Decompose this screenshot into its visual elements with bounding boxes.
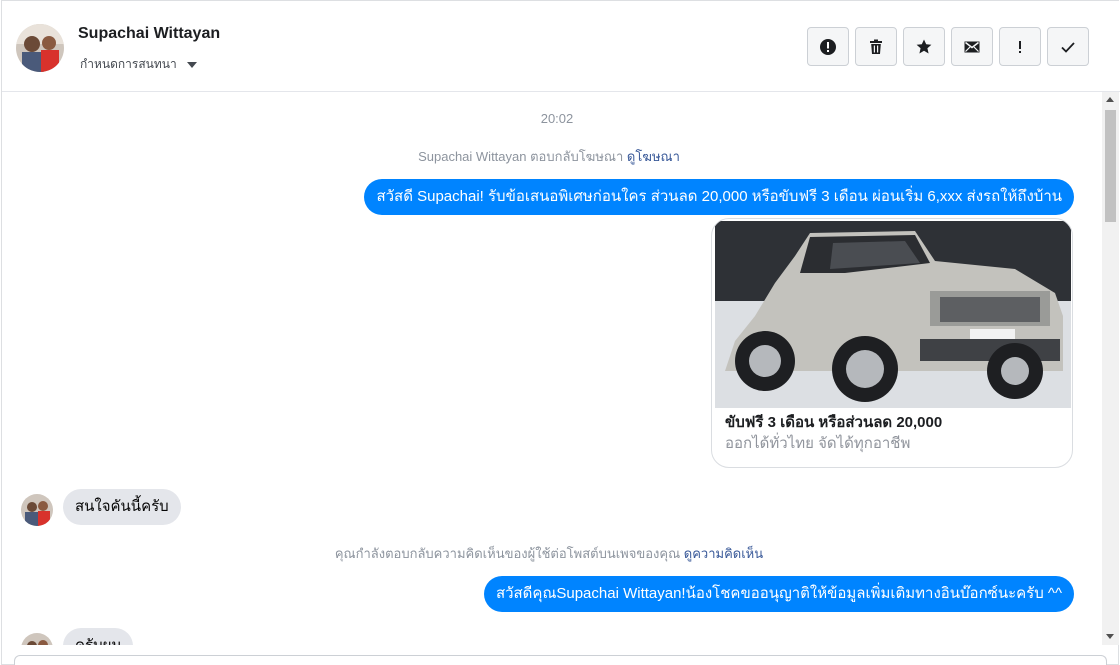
outgoing-message[interactable]: สวัสดีคุณSupachai Wittayan!น้องโชคขออนุญ… [483, 576, 1074, 612]
ad-reply-notice: Supachai Wittayan ตอบกลับโฆษณา ดูโฆษณา [2, 146, 1096, 167]
scroll-thumb[interactable] [1105, 110, 1116, 222]
star-button[interactable] [903, 27, 945, 66]
mark-done-button[interactable] [1047, 27, 1089, 66]
scroll-down-arrow-icon[interactable] [1106, 634, 1114, 639]
view-comment-link[interactable]: ดูความคิดเห็น [684, 546, 763, 561]
contact-avatar[interactable] [16, 24, 64, 72]
assign-label: กำหนดการสนทนา [80, 57, 177, 71]
ad-card[interactable]: ขับฟรี 3 เดือน หรือส่วนลด 20,000 ออกได้ท… [711, 218, 1073, 468]
comment-reply-notice: คุณกำลังตอบกลับความคิดเห็นของผู้ใช้ต่อโพ… [2, 543, 1096, 564]
star-icon [916, 39, 932, 53]
follow-up-button[interactable] [999, 27, 1041, 66]
delete-button[interactable] [855, 27, 897, 66]
comment-reply-text: คุณกำลังตอบกลับความคิดเห็นของผู้ใช้ต่อโพ… [334, 546, 681, 561]
contact-name[interactable]: Supachai Wittayan [78, 25, 220, 43]
incoming-message[interactable]: ครับผม [63, 628, 134, 645]
check-icon [1061, 41, 1075, 53]
message-thread[interactable]: 20:02 Supachai Wittayan ตอบกลับโฆษณา ดูโ… [2, 92, 1102, 645]
ad-reply-text: Supachai Wittayan ตอบกลับโฆษณา [418, 149, 624, 164]
message-timestamp: 20:02 [540, 111, 574, 126]
sender-avatar[interactable] [21, 494, 53, 526]
caret-down-icon [186, 61, 197, 68]
thread-scrollbar[interactable] [1102, 92, 1119, 645]
messenger-window: Supachai Wittayan กำหนดการสนทนา 20:02 Su… [1, 0, 1120, 665]
scroll-up-arrow-icon[interactable] [1106, 97, 1114, 102]
assign-conversation-dropdown[interactable]: กำหนดการสนทนา [80, 55, 197, 74]
view-ad-link[interactable]: ดูโฆษณา [627, 149, 680, 164]
envelope-icon [964, 41, 980, 52]
conversation-header: Supachai Wittayan กำหนดการสนทนา [2, 1, 1120, 92]
mark-unread-button[interactable] [951, 27, 993, 66]
incoming-message[interactable]: สนใจคันนี้ครับ [63, 489, 181, 525]
exclamation-icon [1019, 40, 1021, 53]
ad-card-subtitle: ออกได้ทั่วไทย จัดได้ทุกอาชีพ [725, 435, 911, 452]
report-button[interactable] [807, 27, 849, 66]
truck-image [715, 221, 1071, 408]
trash-icon [870, 39, 882, 54]
message-composer[interactable] [14, 655, 1107, 665]
alert-circle-icon [820, 38, 836, 55]
outgoing-message[interactable]: สวัสดี Supachai! รับข้อเสนอพิเศษก่อนใคร … [364, 179, 1074, 215]
sender-avatar[interactable] [21, 633, 53, 645]
header-actions [807, 27, 1089, 66]
